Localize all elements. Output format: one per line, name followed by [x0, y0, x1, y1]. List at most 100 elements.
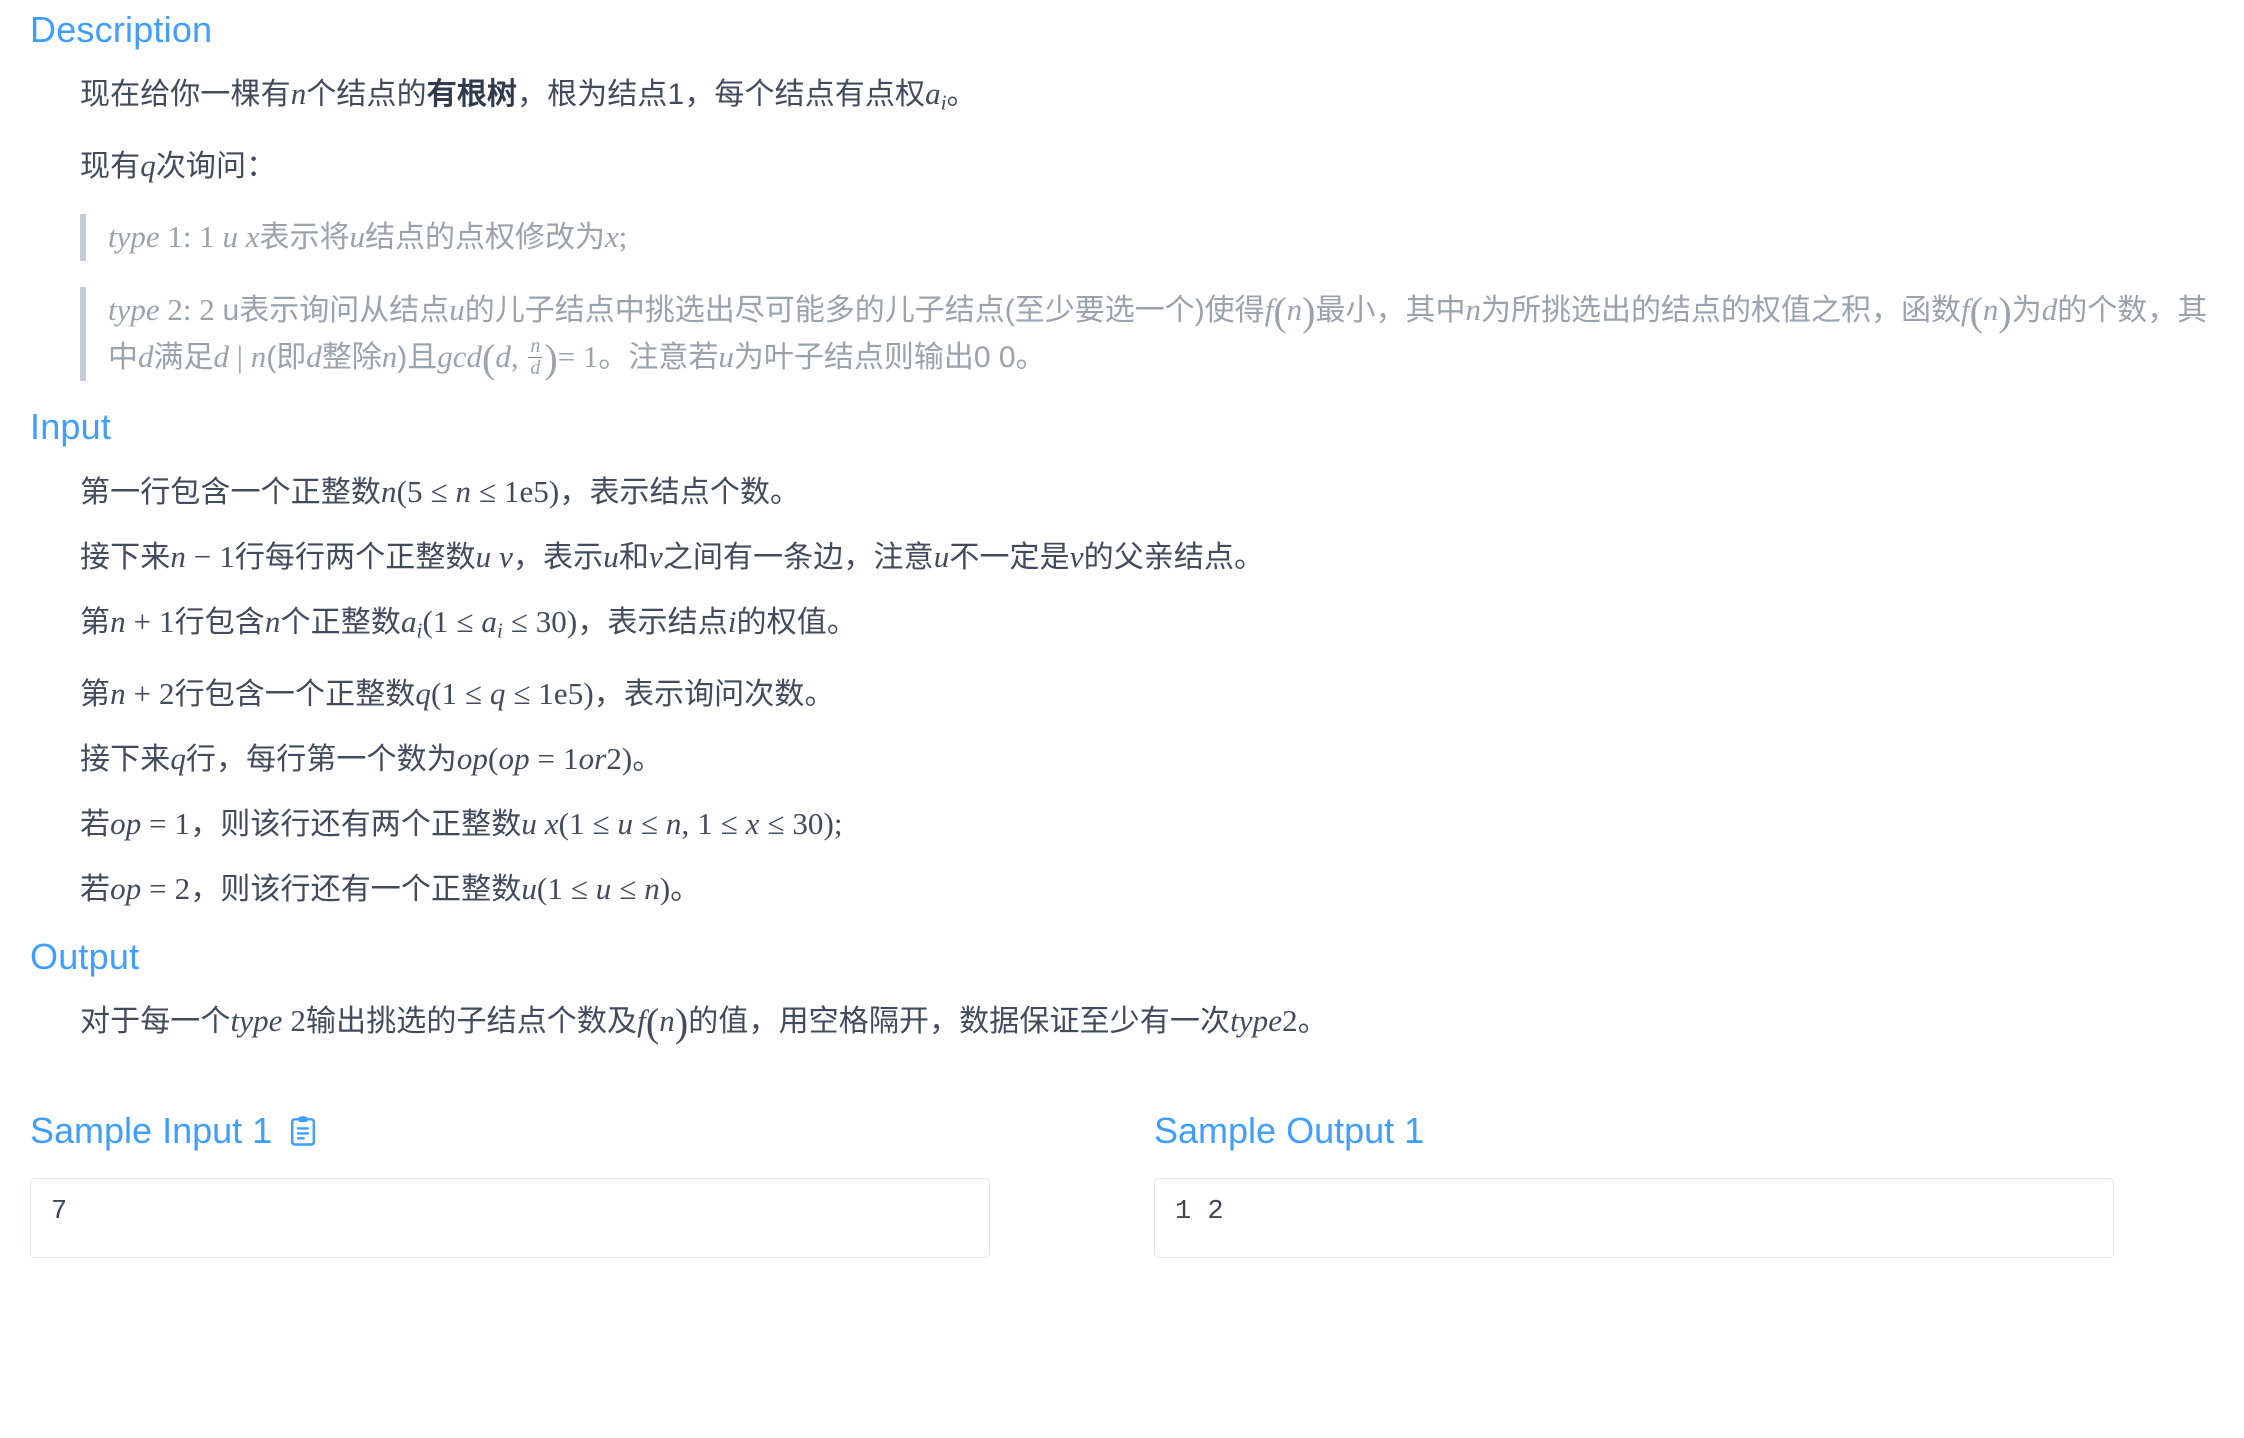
- math-d-1: d: [2041, 292, 2058, 328]
- math-italic: n: [110, 603, 126, 639]
- math-italic: u: [521, 870, 537, 906]
- math-n-1: n: [1286, 292, 1303, 328]
- text-run: 接下来: [80, 742, 171, 776]
- text-run: ，表示结点个数。: [559, 475, 801, 509]
- math-italic: n: [264, 603, 281, 639]
- section-heading-description: Description: [30, 9, 213, 50]
- type1-cn: 表示将: [259, 221, 350, 255]
- math-u-3: u: [449, 292, 465, 328]
- text-run: 第: [80, 677, 111, 711]
- type2-t9: 整除: [321, 341, 382, 375]
- paren-close-3: ): [544, 336, 558, 382]
- math-italic: n: [455, 473, 472, 509]
- type2-t11: 。注意若: [598, 341, 719, 375]
- fraction-n-over-d: nd: [528, 335, 543, 380]
- sample-output-column: Sample Output 1 1 2: [1122, 1109, 2214, 1259]
- type1-cn2: 结点的点权修改为: [365, 221, 606, 255]
- text-run: 。: [670, 872, 701, 906]
- blockquote-type-2: type 2: 2 u表示询问从结点u的儿子结点中挑选出尽可能多的儿子结点(至少…: [80, 287, 2214, 382]
- text-run: 的权值。: [736, 605, 857, 639]
- sample-output-content: 1 2: [1175, 1197, 1224, 1228]
- paren-open-3: (: [481, 336, 496, 382]
- math-f-2: f: [1960, 292, 1970, 328]
- math-italic: n: [644, 870, 660, 906]
- math-italic: n: [381, 473, 397, 509]
- math-n-4: n: [250, 339, 267, 375]
- paren-close-2: ): [1998, 289, 2012, 335]
- text-run: 行，每行第一个数为: [185, 742, 457, 776]
- type2-t7: 满足: [153, 341, 214, 375]
- text-run: ，则该行还有一个正整数: [190, 872, 522, 906]
- math-italic: op: [110, 805, 142, 841]
- description-paragraph-1: 现在给你一棵有n个结点的有根树，根为结点1，每个结点有点权ai。: [30, 51, 2214, 123]
- math-n-2: n: [1465, 292, 1481, 328]
- desc-p1-mid2: ，根为结点1，每个结点有点权: [517, 78, 926, 112]
- math-italic: q: [415, 675, 432, 711]
- math-n: n: [290, 76, 307, 112]
- section-heading-input: Input: [30, 406, 112, 448]
- samples-container: Sample Input 1 7 Sample Output 1 1 2: [30, 1043, 2214, 1259]
- text-run: ，表示询问次数。: [593, 677, 835, 711]
- math-upright: (: [488, 740, 499, 776]
- math-upright: = 2: [141, 870, 191, 906]
- math-type-label-2: type: [108, 292, 160, 328]
- math-d-3: d: [213, 339, 230, 375]
- math-italic: i: [727, 603, 737, 639]
- fraction-numerator: n: [530, 335, 541, 358]
- desc-p1-mid: 个结点的: [306, 78, 427, 112]
- math-italic: v: [1069, 538, 1084, 574]
- math-upright: ≤ 1e5): [471, 473, 560, 509]
- type2-t2: 的儿子结点中挑选出尽可能多的儿子结点(至少要选一个)使得: [464, 294, 1265, 328]
- math-eq-1: = 1: [557, 339, 599, 375]
- math-upright: − 1: [185, 538, 235, 574]
- math-italic: u: [933, 538, 950, 574]
- output-end: 。: [1297, 1005, 1328, 1039]
- text-run: 若: [80, 872, 111, 906]
- math-upright: ≤ 30): [502, 603, 578, 639]
- math-upright: + 2: [125, 675, 175, 711]
- math-italic: u: [595, 870, 612, 906]
- type2-t8: (即: [266, 341, 307, 375]
- math-x-2: x: [605, 219, 619, 255]
- math-type-label-3: type: [230, 1003, 283, 1039]
- text-run: 的父亲结点。: [1083, 540, 1265, 574]
- desc-p2-pre: 现有: [80, 150, 141, 184]
- math-n-5: n: [381, 339, 398, 375]
- space-1: [238, 219, 246, 254]
- sample-input-title: Sample Input 1: [30, 1110, 273, 1152]
- fraction-denominator: d: [528, 357, 543, 380]
- input-line: 接下来n − 1行每行两个正整数u v，表示u和v之间有一条边，注意u不一定是v…: [30, 514, 2214, 579]
- clipboard-icon[interactable]: [288, 1115, 318, 1147]
- text-run: 行包含一个正整数: [174, 677, 416, 711]
- math-upright: + 1: [125, 603, 175, 639]
- input-line: 第一行包含一个正整数n(5 ≤ n ≤ 1e5)，表示结点个数。: [30, 449, 2214, 514]
- text-run: 若: [80, 807, 111, 841]
- math-n-3: n: [1982, 292, 1999, 328]
- math-italic: u v: [475, 538, 513, 574]
- text-run: 和: [618, 540, 649, 574]
- space-2: [229, 339, 237, 374]
- paren-open-1: (: [1273, 289, 1287, 335]
- input-line: 第n + 2行包含一个正整数q(1 ≤ q ≤ 1e5)，表示询问次数。: [30, 651, 2214, 716]
- math-upright: 2): [606, 740, 633, 776]
- paren-close-4: ): [674, 1000, 689, 1046]
- math-u-2: u: [349, 219, 366, 255]
- math-upright: (5 ≤: [396, 473, 456, 509]
- math-upright: = 1: [529, 740, 579, 776]
- sample-input-column: Sample Input 1 7: [30, 1109, 1122, 1259]
- text-run: 行包含: [174, 605, 265, 639]
- math-upright: (1 ≤: [422, 603, 482, 639]
- type2-t10: )且: [397, 341, 438, 375]
- text-run: 不一定是: [949, 540, 1070, 574]
- math-italic: v: [648, 538, 663, 574]
- input-line: 接下来q行，每行第一个数为op(op = 1or2)。: [30, 716, 2214, 781]
- math-u: u: [222, 219, 239, 255]
- text-run: ，表示: [512, 540, 604, 574]
- math-q: q: [140, 148, 156, 184]
- math-italic: n: [170, 538, 186, 574]
- output-pre: 对于每一个: [80, 1005, 231, 1039]
- output-mid: 输出挑选的子结点个数及: [306, 1005, 638, 1039]
- text-run: 第: [80, 605, 111, 639]
- sample-output-title: Sample Output 1: [1154, 1110, 1425, 1152]
- text-run: ，则该行还有两个正整数: [190, 807, 522, 841]
